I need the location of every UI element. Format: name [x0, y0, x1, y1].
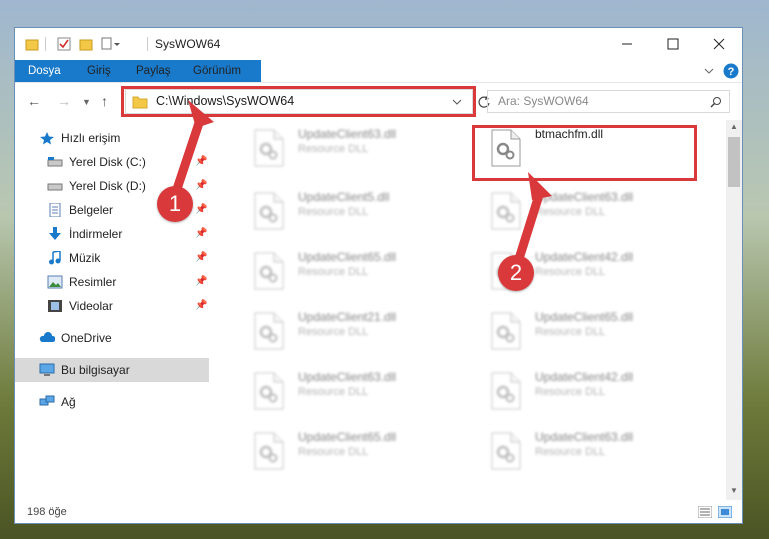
annotation-arrows	[171, 100, 552, 264]
step-badge-2: 2	[498, 255, 534, 291]
arrow-to-file	[513, 190, 545, 264]
step-badge-1: 1	[157, 186, 193, 222]
arrow-to-address	[171, 118, 205, 194]
